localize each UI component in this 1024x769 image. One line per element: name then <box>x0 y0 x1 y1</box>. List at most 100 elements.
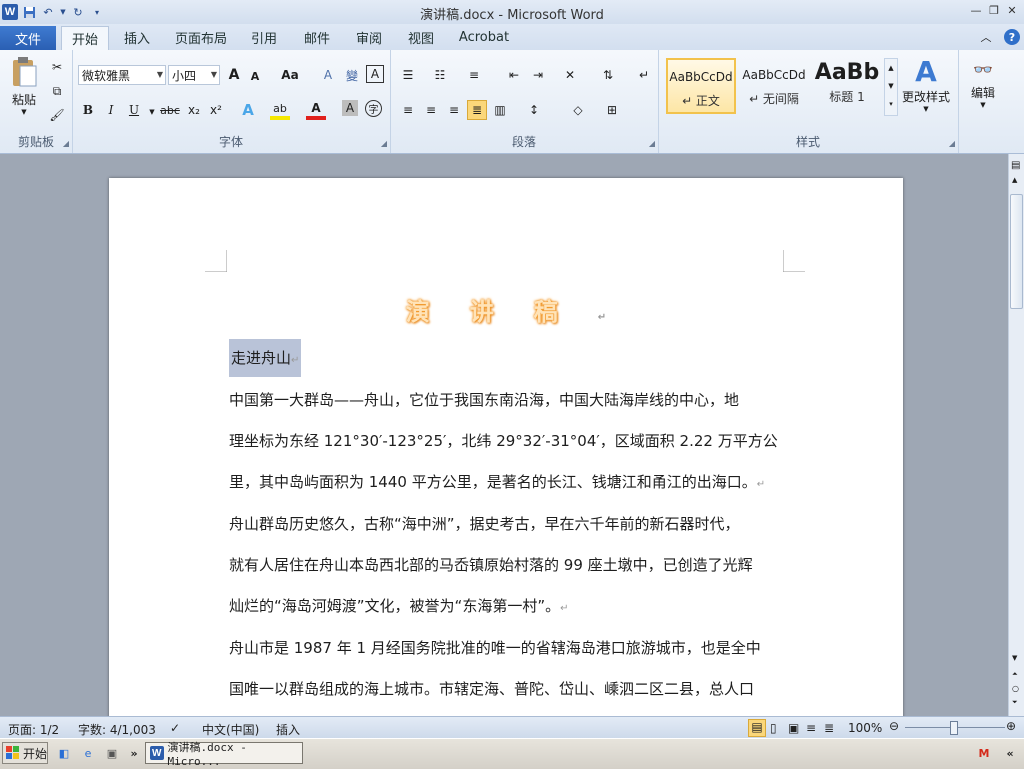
ie-icon[interactable]: e <box>80 745 96 761</box>
text-line: 国唯一以群岛组成的海上城市。市辖定海、普陀、岱山、嵊泗二区二县，总人口 <box>229 680 755 698</box>
subscript-icon[interactable]: x₂ <box>184 100 204 120</box>
show-desktop-icon[interactable]: ◧ <box>56 745 72 761</box>
decrease-indent-icon[interactable]: ⇤ <box>504 65 524 85</box>
multilevel-list-icon[interactable]: ≡ <box>464 65 484 85</box>
web-layout-icon[interactable]: ▣ <box>788 721 799 735</box>
tab-home[interactable]: 开始 <box>61 26 109 50</box>
text-effects-icon[interactable]: A <box>238 100 258 120</box>
chinese-layout-icon[interactable]: ✕ <box>560 65 580 85</box>
grow-font-icon[interactable]: A <box>224 65 244 85</box>
print-layout-icon[interactable]: ▤ <box>748 719 766 737</box>
taskbar-word-window[interactable]: W 演讲稿.docx - Micro... <box>145 741 303 768</box>
bold-icon[interactable]: B <box>78 100 98 120</box>
sort-icon[interactable]: ⇅ <box>598 65 618 85</box>
strikethrough-icon[interactable]: abc <box>158 100 182 120</box>
tab-review[interactable]: 审阅 <box>347 26 391 49</box>
copy-icon[interactable]: ⧉ <box>47 81 67 101</box>
underline-icon[interactable]: U <box>124 100 144 120</box>
minimize-ribbon-icon[interactable]: ︿ <box>978 29 994 45</box>
language[interactable]: 中文(中国) <box>202 721 259 738</box>
word-count[interactable]: 字数: 4/1,003 <box>78 721 156 738</box>
help-icon[interactable]: ? <box>1004 29 1020 45</box>
quick-launch-more-icon[interactable]: » <box>126 745 142 761</box>
tab-references[interactable]: 引用 <box>242 26 286 49</box>
clear-formatting-icon[interactable]: A <box>318 65 338 85</box>
font-color-icon[interactable]: A <box>306 100 326 120</box>
format-painter-icon[interactable]: 🖌 <box>47 105 67 125</box>
paste-dropdown-icon[interactable]: ▼ <box>6 108 42 116</box>
previous-page-icon[interactable]: ⏶ <box>1012 670 1018 679</box>
proofing-icon[interactable]: ✓ <box>170 721 180 735</box>
editing-button[interactable]: 👓 编辑 ▼ <box>962 56 1004 109</box>
paragraph-launcher-icon[interactable]: ◢ <box>649 139 655 148</box>
start-button[interactable]: 开始 <box>2 742 48 764</box>
borders-icon[interactable]: ⊞ <box>602 100 622 120</box>
shrink-font-icon[interactable]: A <box>245 66 265 86</box>
shading-icon[interactable]: ◇ <box>568 100 588 120</box>
tab-acrobat[interactable]: Acrobat <box>452 26 516 49</box>
line-spacing-icon[interactable]: ↕ <box>524 100 544 120</box>
draft-icon[interactable]: ≣ <box>824 721 834 735</box>
font-family-combo[interactable]: 微软雅黑 ▼ <box>78 65 166 85</box>
align-center-icon[interactable]: ≡ <box>421 100 441 120</box>
zoom-slider-thumb[interactable] <box>950 721 958 735</box>
tray-expand-icon[interactable]: « <box>1002 745 1018 761</box>
zoom-level[interactable]: 100% <box>848 721 882 735</box>
distributed-icon[interactable]: ▥ <box>490 100 510 120</box>
close-icon[interactable]: ✕ <box>1004 2 1020 18</box>
full-screen-reading-icon[interactable]: ▯ <box>770 721 777 735</box>
outline-icon[interactable]: ≡ <box>806 721 816 735</box>
increase-indent-icon[interactable]: ⇥ <box>528 65 548 85</box>
media-icon[interactable]: ▣ <box>104 745 120 761</box>
font-launcher-icon[interactable]: ◢ <box>381 139 387 148</box>
enclose-characters-icon[interactable]: 字 <box>365 100 382 117</box>
change-styles-button[interactable]: A 更改样式 ▼ <box>902 56 950 114</box>
justify-icon[interactable]: ≣ <box>467 100 487 120</box>
style-heading-1[interactable]: AaBb 标题 1 <box>812 58 882 114</box>
browse-object-icon[interactable]: ○ <box>1012 684 1019 693</box>
align-right-icon[interactable]: ≡ <box>444 100 464 120</box>
ribbon: 粘贴 ▼ ✂ ⧉ 🖌 剪贴板 ◢ 微软雅黑 ▼ 小四 ▼ A A Aa A 變 A … <box>0 50 1024 154</box>
zoom-out-icon[interactable]: ⊖ <box>889 719 899 733</box>
cut-icon[interactable]: ✂ <box>47 57 67 77</box>
scroll-up-icon[interactable]: ▲ <box>1012 176 1017 184</box>
styles-launcher-icon[interactable]: ◢ <box>949 139 955 148</box>
zoom-in-icon[interactable]: ⊕ <box>1006 719 1016 733</box>
restore-icon[interactable]: ❐ <box>986 2 1002 18</box>
tab-view[interactable]: 视图 <box>399 26 443 49</box>
clipboard-launcher-icon[interactable]: ◢ <box>63 139 69 148</box>
superscript-icon[interactable]: x² <box>206 100 226 120</box>
show-marks-icon[interactable]: ↵ <box>634 65 654 85</box>
numbering-icon[interactable]: ☷ <box>430 65 450 85</box>
document-page[interactable]: 演讲稿↵ 走进舟山↵ 中国第一大群岛——舟山，它位于我国东南沿海，中国大陆海岸线… <box>109 178 903 716</box>
scroll-thumb[interactable] <box>1010 194 1023 309</box>
change-case-icon[interactable]: Aa <box>277 65 303 85</box>
style-normal[interactable]: AaBbCcDd ↵ 正文 <box>666 58 736 114</box>
style-no-spacing[interactable]: AaBbCcDd ↵ 无间隔 <box>739 58 809 114</box>
font-size-combo[interactable]: 小四 ▼ <box>168 65 220 85</box>
selected-heading[interactable]: 走进舟山↵ <box>229 339 302 377</box>
styles-scroll[interactable]: ▲ ▼ ▾ <box>884 58 898 116</box>
page-count[interactable]: 页面: 1/2 <box>8 721 59 738</box>
tab-insert[interactable]: 插入 <box>114 26 160 49</box>
tab-mailings[interactable]: 邮件 <box>295 26 339 49</box>
title-char: 演 <box>405 298 470 326</box>
character-border-icon[interactable]: A <box>366 65 384 83</box>
paste-button[interactable]: 粘贴 ▼ <box>6 56 42 116</box>
tab-page-layout[interactable]: 页面布局 <box>170 26 232 49</box>
minimize-icon[interactable]: — <box>968 2 984 18</box>
tab-file[interactable]: 文件 <box>0 26 56 50</box>
align-left-icon[interactable]: ≡ <box>398 100 418 120</box>
insert-mode[interactable]: 插入 <box>276 721 300 738</box>
scroll-down-icon[interactable]: ▼ <box>1012 654 1017 662</box>
ruler-toggle-icon[interactable]: ▤ <box>1011 160 1020 171</box>
next-page-icon[interactable]: ⏷ <box>1012 698 1018 707</box>
chevron-down-icon: ▼ <box>923 105 929 113</box>
tray-app-icon[interactable]: M <box>976 745 992 761</box>
vertical-scrollbar[interactable]: ▤ ▲ ▼ ⏶ ○ ⏷ <box>1008 154 1024 716</box>
italic-icon[interactable]: I <box>101 100 121 120</box>
highlight-icon[interactable]: ab <box>270 100 290 120</box>
bullets-icon[interactable]: ☰ <box>398 65 418 85</box>
character-shading-icon[interactable]: A <box>342 100 358 116</box>
phonetic-guide-icon[interactable]: 變 <box>342 65 362 85</box>
